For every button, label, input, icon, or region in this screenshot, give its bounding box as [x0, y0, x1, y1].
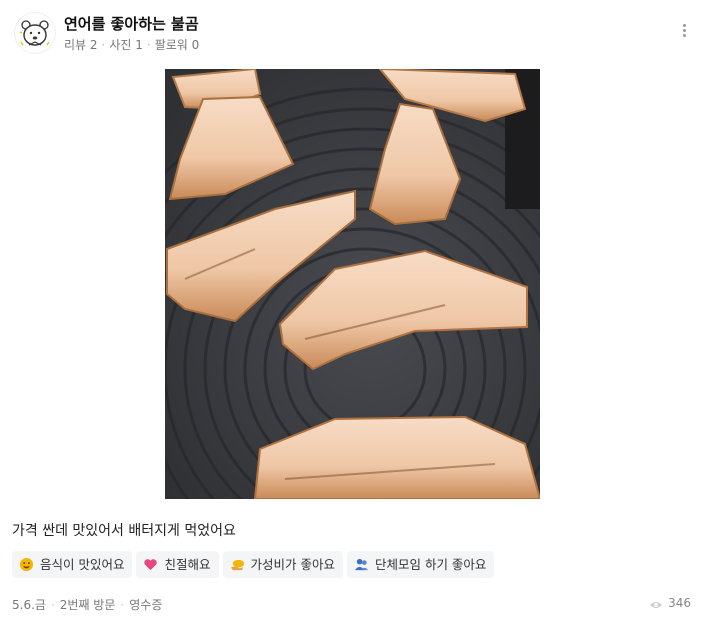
visit-count: 2번째 방문 [59, 598, 116, 612]
salmon-grill-image [165, 69, 540, 499]
review-photo[interactable] [165, 69, 540, 499]
tag-label: 단체모임 하기 좋아요 [374, 557, 487, 572]
coin-hand-icon [230, 559, 244, 571]
tag-group[interactable]: 단체모임 하기 좋아요 [346, 551, 495, 578]
reviewer-stats: 리뷰 2 · 사진 1 · 팔로워 0 [64, 38, 200, 52]
view-count-value: 346 [668, 596, 691, 610]
tag-label: 친절해요 [164, 557, 211, 572]
tag-label: 음식이 맛있어요 [40, 557, 125, 572]
avatar[interactable] [14, 12, 56, 54]
more-options-icon[interactable] [679, 22, 689, 42]
review-footer: 5.6.금 · 2번째 방문 · 영수증 [12, 598, 163, 612]
review-count: 리뷰 2 [64, 38, 98, 52]
view-count: 346 [649, 596, 691, 610]
heart-icon [144, 559, 158, 571]
keyword-tags: 음식이 맛있어요 친절해요 가성비가 좋아요 단체모임 하기 좋아요 [12, 551, 498, 578]
eye-icon [650, 602, 663, 608]
bear-avatar-icon [15, 13, 55, 53]
review-header: 연어를 좋아하는 불곰 리뷰 2 · 사진 1 · 팔로워 0 [12, 10, 703, 60]
yum-emoji-icon [19, 557, 34, 572]
visit-date: 5.6.금 [12, 598, 46, 612]
receipt-label: 영수증 [129, 598, 163, 612]
tag-tasty[interactable]: 음식이 맛있어요 [12, 551, 133, 578]
reviewer-name[interactable]: 연어를 좋아하는 불곰 [64, 13, 199, 34]
review-text: 가격 싼데 맛있어서 배터지게 먹었어요 [12, 523, 236, 539]
tag-label: 가성비가 좋아요 [250, 557, 335, 572]
tag-kind[interactable]: 친절해요 [136, 551, 219, 578]
photo-count: 사진 1 [109, 38, 143, 52]
follower-count: 팔로워 0 [154, 38, 200, 52]
group-icon [354, 558, 369, 571]
tag-value[interactable]: 가성비가 좋아요 [222, 551, 343, 578]
